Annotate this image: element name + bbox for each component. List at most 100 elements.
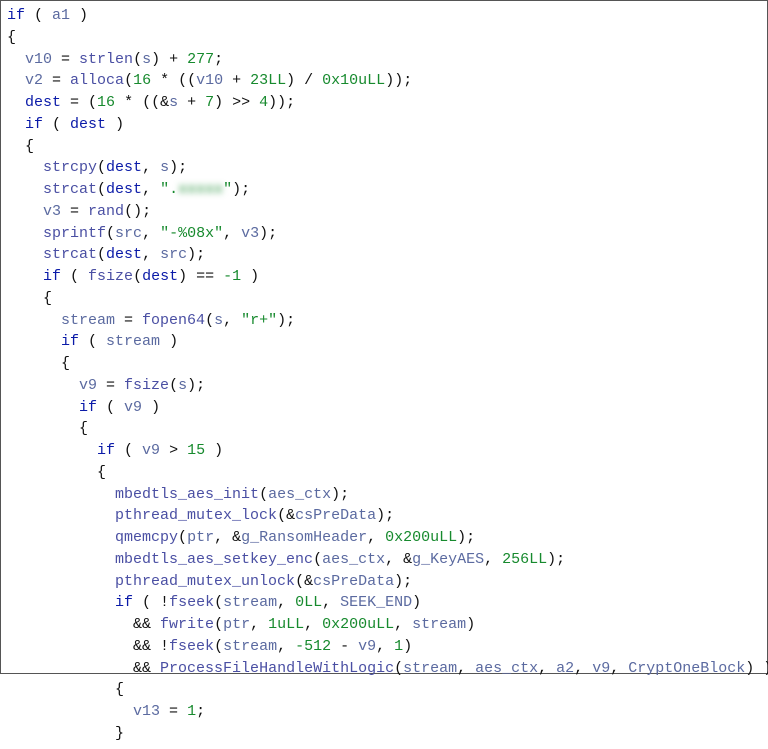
code-token: rand: [88, 203, 124, 220]
code-token: {: [61, 355, 70, 372]
code-token: v10: [25, 51, 52, 68]
code-token: aes_ctx: [268, 486, 331, 503]
code-token: && !: [133, 638, 169, 655]
code-token: v2: [25, 72, 43, 89]
code-token: );: [394, 573, 412, 590]
code-line: {: [7, 136, 761, 158]
code-token: ,: [223, 225, 241, 242]
code-token: ): [466, 616, 475, 633]
code-token: (: [61, 268, 88, 285]
code-token: );: [376, 507, 394, 524]
code-token: ,: [142, 225, 160, 242]
code-line: && ProcessFileHandleWithLogic(stream, ae…: [7, 658, 761, 680]
code-token: 16: [97, 94, 115, 111]
code-line: && !fseek(stream, -512 - v9, 1): [7, 636, 761, 658]
code-token: {: [79, 420, 88, 437]
code-token: >: [160, 442, 187, 459]
code-line: strcat(dest, src);: [7, 244, 761, 266]
code-token: ;: [196, 703, 205, 720]
code-token: (: [214, 616, 223, 633]
code-token: {: [7, 29, 16, 46]
code-token: ,: [142, 181, 160, 198]
code-token: v9: [358, 638, 376, 655]
code-token: ,: [484, 551, 502, 568]
code-token: stream: [223, 594, 277, 611]
code-token: );: [547, 551, 565, 568]
code-token: strcpy: [43, 159, 97, 176]
code-line: dest = (16 * ((&s + 7) >> 4));: [7, 92, 761, 114]
code-token: 277: [187, 51, 214, 68]
code-line: mbedtls_aes_init(aes_ctx);: [7, 484, 761, 506]
code-token: fseek: [169, 638, 214, 655]
code-token: ) /: [286, 72, 322, 89]
code-token: ptr: [223, 616, 250, 633]
code-token: );: [331, 486, 349, 503]
code-token: if: [97, 442, 115, 459]
code-token: fwrite: [160, 616, 214, 633]
code-token: ,: [250, 616, 268, 633]
code-token: aes_ctx: [322, 551, 385, 568]
code-token: sprintf: [43, 225, 106, 242]
code-token: );: [277, 312, 295, 329]
code-token: ) >>: [214, 94, 259, 111]
code-token: (: [25, 7, 52, 24]
code-line: && fwrite(ptr, 1uLL, 0x200uLL, stream): [7, 614, 761, 636]
code-token: ,: [277, 594, 295, 611]
code-token: (: [79, 333, 106, 350]
code-token: dest: [25, 94, 61, 111]
code-line: v13 = 1;: [7, 701, 761, 723]
code-token: if: [61, 333, 79, 350]
code-token: s: [160, 159, 169, 176]
code-token: ,: [142, 246, 160, 263]
code-token: (: [115, 442, 142, 459]
code-token: v13: [133, 703, 160, 720]
code-token: dest: [106, 246, 142, 263]
code-token: g_KeyAES: [412, 551, 484, 568]
code-token: s: [178, 377, 187, 394]
code-token: (: [169, 377, 178, 394]
code-token: ): [160, 333, 178, 350]
code-line: {: [7, 418, 761, 440]
code-line: if ( fsize(dest) == -1 ): [7, 266, 761, 288]
code-token: if: [43, 268, 61, 285]
code-token: ,: [277, 638, 295, 655]
code-block: if ( a1 ) { v10 = strlen(s) + 277; v2 = a…: [1, 1, 767, 749]
code-line: if ( v9 ): [7, 397, 761, 419]
code-token: qmemcpy: [115, 529, 178, 546]
code-token: if: [115, 594, 133, 611]
code-token: +: [223, 72, 250, 89]
code-token: 23LL: [250, 72, 286, 89]
code-token: v9: [142, 442, 160, 459]
code-token: if: [7, 7, 25, 24]
code-line: if ( v9 > 15 ): [7, 440, 761, 462]
code-token: {: [43, 290, 52, 307]
code-token: (: [214, 594, 223, 611]
code-line: v10 = strlen(s) + 277;: [7, 49, 761, 71]
code-token: fopen64: [142, 312, 205, 329]
code-token: csPreData: [295, 507, 376, 524]
code-token: csPreData: [313, 573, 394, 590]
code-token: ): [205, 442, 223, 459]
code-token: fseek: [169, 594, 214, 611]
code-token: -: [331, 638, 358, 655]
code-token: =: [43, 72, 70, 89]
code-token: ,: [394, 616, 412, 633]
code-line: if ( dest ): [7, 114, 761, 136]
code-token: ): [241, 268, 259, 285]
code-token: SEEK_END: [340, 594, 412, 611]
code-token: }: [115, 725, 124, 742]
code-line: if ( a1 ): [7, 5, 761, 27]
code-token: 1: [394, 638, 403, 655]
code-line: {: [7, 27, 761, 49]
code-token: strlen: [79, 51, 133, 68]
code-token: pthread_mutex_lock: [115, 507, 277, 524]
code-token: (: [97, 159, 106, 176]
code-token: fsize: [88, 268, 133, 285]
code-token: ,: [376, 638, 394, 655]
code-token: src: [160, 246, 187, 263]
code-token: (: [205, 312, 214, 329]
code-token: * ((&: [115, 94, 169, 111]
code-token: mbedtls_aes_setkey_enc: [115, 551, 313, 568]
code-token: ): [106, 116, 124, 133]
code-token: s: [214, 312, 223, 329]
